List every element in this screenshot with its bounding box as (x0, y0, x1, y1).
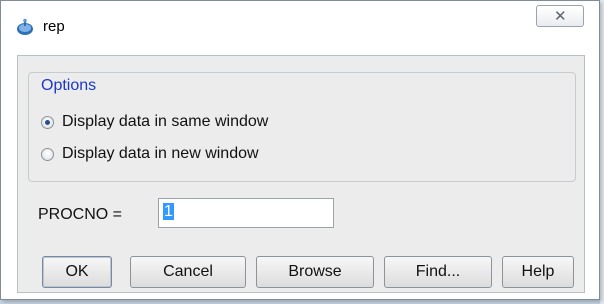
options-group-title: Options (39, 77, 99, 95)
close-icon: ✕ (554, 8, 567, 25)
radio-button-checked[interactable] (41, 115, 54, 129)
radio-new-window[interactable]: Display data in new window (41, 144, 259, 164)
browse-button[interactable]: Browse (256, 256, 374, 288)
procno-label: PROCNO = (38, 206, 123, 223)
window-title: rep (43, 18, 65, 35)
ok-button[interactable]: OK (42, 256, 112, 288)
desktop-edge (600, 0, 604, 304)
radio-same-window[interactable]: Display data in same window (41, 112, 268, 132)
dialog-client-area: Options Display data in same window Disp… (17, 55, 585, 293)
cancel-button[interactable]: Cancel (130, 256, 246, 288)
options-groupbox: Options Display data in same window Disp… (28, 72, 576, 182)
radio-button-unchecked[interactable] (41, 147, 54, 161)
title-bar[interactable]: rep ✕ (1, 1, 599, 53)
procno-input[interactable]: 1 (158, 198, 334, 228)
radio-label-same-window[interactable]: Display data in same window (62, 113, 268, 131)
radio-label-new-window[interactable]: Display data in new window (62, 145, 259, 163)
bruker-app-icon (17, 18, 33, 35)
find-button[interactable]: Find... (384, 256, 492, 288)
close-button[interactable]: ✕ (536, 5, 584, 27)
help-button[interactable]: Help (502, 256, 574, 288)
rep-dialog: rep ✕ Options Display data in same windo… (0, 0, 600, 300)
procno-value: 1 (163, 203, 174, 220)
